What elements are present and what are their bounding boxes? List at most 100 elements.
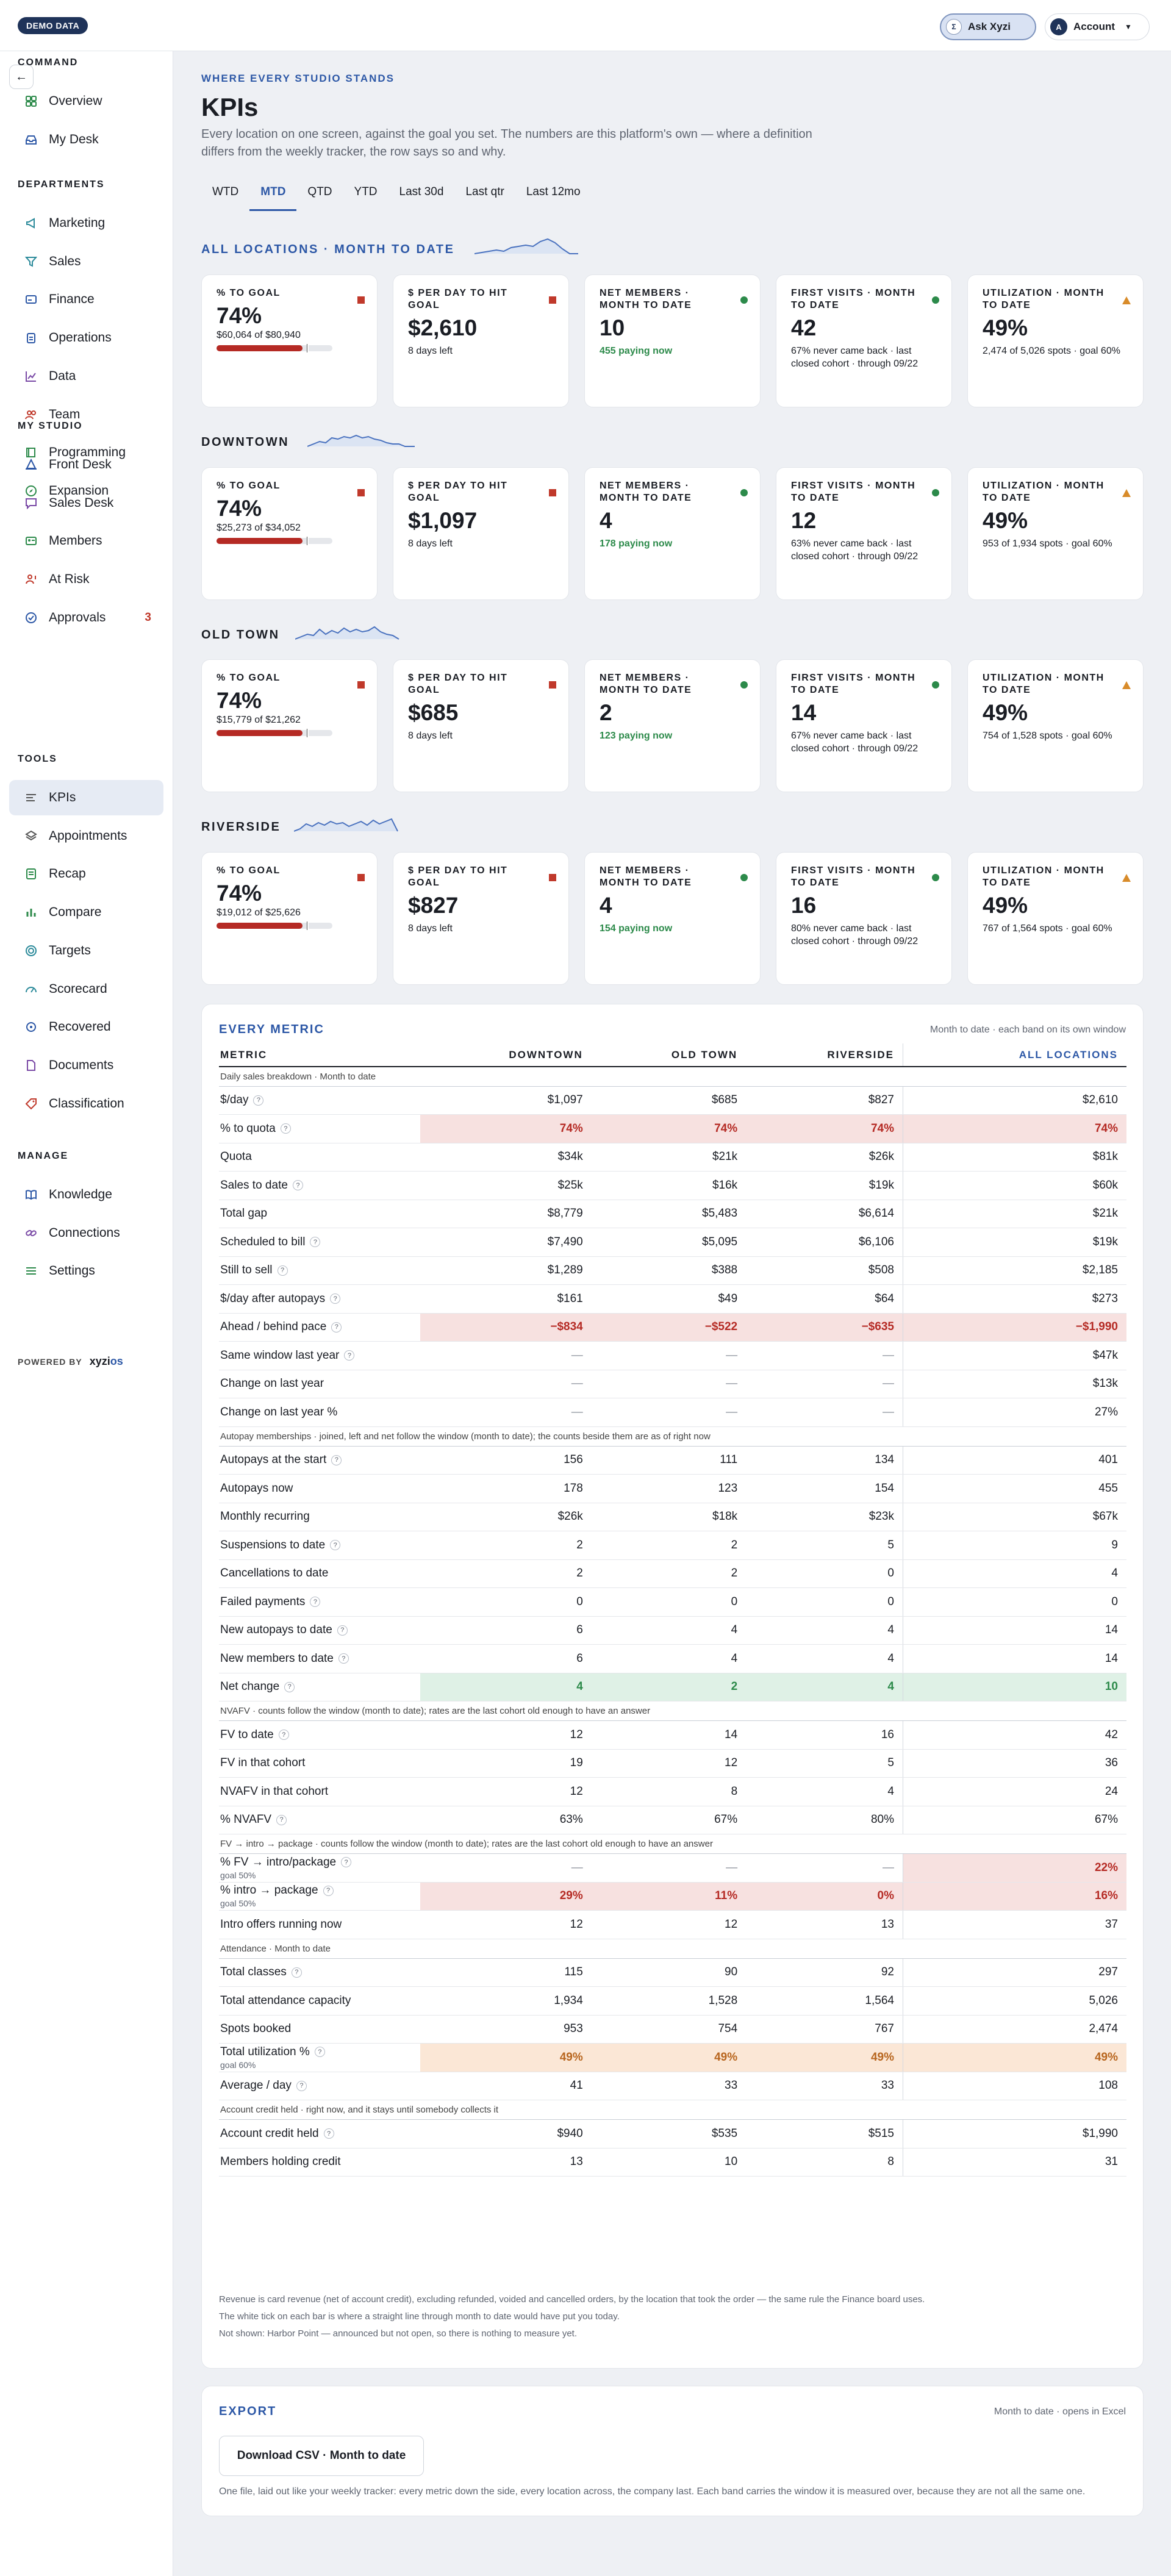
metric-value-cell: — [591,1341,747,1370]
kpi-card-util[interactable]: UTILIZATION · MONTH TO DATE 49% 953 of 1,9… [967,467,1144,600]
help-icon[interactable]: ? [344,1350,355,1361]
help-icon[interactable]: ? [323,1885,334,1896]
metric-value-cell: $5,095 [591,1228,747,1257]
metric-value-cell: 27% [902,1398,1126,1427]
metric-value-cell: $2,610 [902,1086,1126,1115]
sidebar-item-members[interactable]: Members [9,523,163,559]
help-icon[interactable]: ? [341,1857,352,1868]
sidebar-item-label: At Risk [49,572,90,587]
metric-name: $/day [220,1093,249,1107]
help-icon[interactable]: ? [331,1454,342,1465]
help-icon[interactable]: ? [278,1730,289,1741]
kpi-card-perday[interactable]: $ PER DAY TO HIT GOAL $685 8 days left [393,659,569,792]
help-icon[interactable]: ? [331,1322,342,1333]
kpi-card-net[interactable]: NET MEMBERS · MONTH TO DATE 4 178 paying n… [584,467,761,600]
help-icon[interactable]: ? [276,1814,287,1825]
kpi-card-net[interactable]: NET MEMBERS · MONTH TO DATE 10 455 paying … [584,274,761,407]
sidebar-item-connections[interactable]: Connections [9,1215,163,1251]
kpi-card-fv[interactable]: FIRST VISITS · MONTH TO DATE 14 67% never … [776,659,952,792]
metric-name-cell: Total attendance capacity [219,1986,420,2016]
sidebar-item-operations[interactable]: Operations [9,320,163,356]
sidebar-item-scorecard[interactable]: Scorecard [9,971,163,1007]
help-icon[interactable]: ? [284,1681,295,1692]
ask-xyzi-button[interactable]: Σ Ask Xyzi [940,13,1036,40]
metric-name: Net change [220,1680,280,1694]
sidebar-item-sales-desk[interactable]: Sales Desk [9,485,163,521]
download-csv-button[interactable]: Download CSV · Month to date [219,2436,424,2476]
sidebar-section-title: DEPARTMENTS [18,179,105,190]
every-metric-title: EVERY METRIC [219,1023,324,1036]
kpi-card-net[interactable]: NET MEMBERS · MONTH TO DATE 2 123 paying n… [584,659,761,792]
sidebar-item-compare[interactable]: Compare [9,895,163,930]
kpi-card-goal[interactable]: % TO GOAL 74% $15,779 of $21,262 [201,659,378,792]
megaphone-icon [24,216,38,230]
sidebar-item-knowledge[interactable]: Knowledge [9,1177,163,1212]
help-icon[interactable]: ? [296,2080,307,2091]
sidebar-item-documents[interactable]: Documents [9,1048,163,1083]
table-row: Net change? 4 2 4 10 [219,1673,1126,1701]
kpi-card-fv[interactable]: FIRST VISITS · MONTH TO DATE 16 80% never … [776,852,952,985]
help-icon[interactable]: ? [253,1095,264,1106]
kpi-card-util[interactable]: UTILIZATION · MONTH TO DATE 49% 754 of 1,5… [967,659,1144,792]
sidebar-item-finance[interactable]: Finance [9,282,163,317]
kpi-card-perday[interactable]: $ PER DAY TO HIT GOAL $1,097 8 days left [393,467,569,600]
kpi-card-goal[interactable]: % TO GOAL 74% $60,064 of $80,940 [201,274,378,407]
sidebar-item-appointments[interactable]: Appointments [9,818,163,854]
sidebar-item-classification[interactable]: Classification [9,1086,163,1122]
metric-name: Total gap [220,1207,268,1220]
tab-last-30d[interactable]: Last 30d [389,181,455,211]
kpi-card-fv[interactable]: FIRST VISITS · MONTH TO DATE 42 67% never … [776,274,952,407]
tab-qtd[interactable]: QTD [296,181,343,211]
help-icon[interactable]: ? [337,1625,348,1636]
tab-ytd[interactable]: YTD [343,181,389,211]
metric-name-cell: Sales to date? [219,1171,420,1200]
help-icon[interactable]: ? [330,1293,341,1304]
sidebar-item-kpis[interactable]: KPIs [9,780,163,815]
tab-mtd[interactable]: MTD [249,181,297,211]
kpi-card-label: NET MEMBERS · MONTH TO DATE [600,865,692,888]
kpi-card-perday[interactable]: $ PER DAY TO HIT GOAL $2,610 8 days left [393,274,569,407]
metric-name-cell: Monthly recurring [219,1503,420,1531]
sidebar-item-sales[interactable]: Sales [9,244,163,279]
help-icon[interactable]: ? [314,2047,325,2058]
sidebar-item-recovered[interactable]: Recovered [9,1009,163,1045]
sidebar-item-marketing[interactable]: Marketing [9,206,163,241]
help-icon[interactable]: ? [310,1237,321,1248]
help-icon[interactable]: ? [323,2128,334,2139]
help-icon[interactable]: ? [292,1180,303,1191]
kpi-card-sub: $19,012 of $25,626 [217,907,301,918]
metric-name: Same window last year [220,1348,340,1362]
sidebar-item-at-risk[interactable]: At Risk [9,562,163,597]
kpi-card-util[interactable]: UTILIZATION · MONTH TO DATE 49% 2,474 of 5… [967,274,1144,407]
sidebar-item-overview[interactable]: Overview [9,84,163,119]
help-icon[interactable]: ? [280,1123,291,1134]
metric-value-cell: $64 [746,1284,903,1314]
metric-value-cell: — [746,1853,903,1883]
help-icon[interactable]: ? [338,1653,349,1664]
kpi-card-goal[interactable]: % TO GOAL 74% $25,273 of $34,052 [201,467,378,600]
tab-last-12mo[interactable]: Last 12mo [515,181,592,211]
kpi-card-net[interactable]: NET MEMBERS · MONTH TO DATE 4 154 paying n… [584,852,761,985]
account-menu-button[interactable]: A Account ▼ [1045,13,1150,40]
sidebar-item-front-desk[interactable]: Front Desk [9,447,163,482]
kpi-card-util[interactable]: UTILIZATION · MONTH TO DATE 49% 767 of 1,5… [967,852,1144,985]
goal-progress-bar [217,344,332,352]
sidebar-item-targets[interactable]: Targets [9,933,163,968]
metric-value-cell: $34k [420,1143,592,1172]
metric-value-cell: 8 [591,1777,747,1806]
metric-value-cell: 2,474 [902,2015,1126,2044]
sidebar-item-recap[interactable]: Recap [9,856,163,892]
sidebar-item-approvals[interactable]: Approvals 3 [9,600,163,635]
help-icon[interactable]: ? [330,1540,341,1551]
tab-last-qtr[interactable]: Last qtr [454,181,515,211]
kpi-card-perday[interactable]: $ PER DAY TO HIT GOAL $827 8 days left [393,852,569,985]
tab-wtd[interactable]: WTD [201,181,249,211]
kpi-card-fv[interactable]: FIRST VISITS · MONTH TO DATE 12 63% never … [776,467,952,600]
help-icon[interactable]: ? [310,1597,321,1608]
sidebar-item-my-desk[interactable]: My Desk [9,122,163,157]
help-icon[interactable]: ? [277,1265,288,1276]
kpi-card-goal[interactable]: % TO GOAL 74% $19,012 of $25,626 [201,852,378,985]
sidebar-item-settings[interactable]: Settings [9,1253,163,1289]
help-icon[interactable]: ? [291,1967,302,1978]
sidebar-item-data[interactable]: Data [9,359,163,394]
